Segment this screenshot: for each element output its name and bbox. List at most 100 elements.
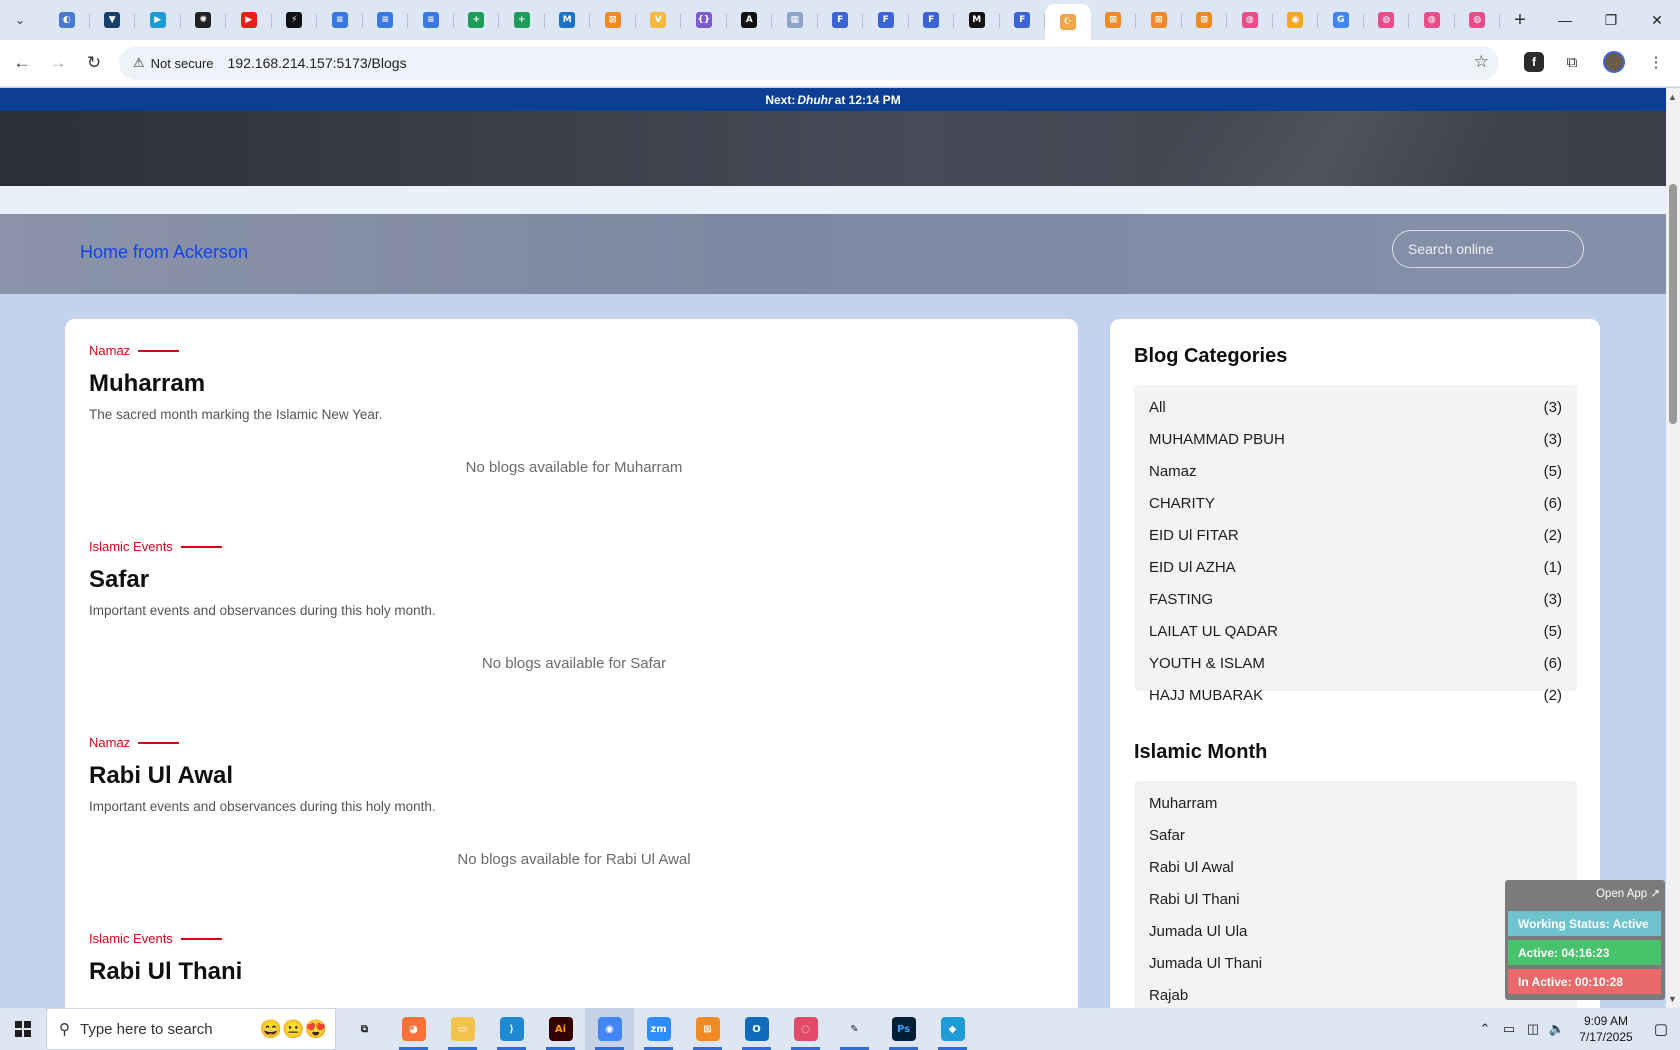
bookmark-star-icon[interactable]: ☆ [1474, 52, 1489, 72]
browser-tab[interactable]: M [954, 3, 1000, 37]
scroll-thumb[interactable] [1669, 184, 1677, 424]
warning-icon: ⚠ [133, 55, 145, 70]
address-bar[interactable]: ⚠ Not secure 192.168.214.157:5173/Blogs … [119, 46, 1499, 80]
month-item[interactable]: Muharram [1134, 787, 1577, 819]
browser-tab[interactable]: ⊠ [1091, 3, 1137, 37]
taskbar-app[interactable]: ◌ [781, 1008, 830, 1050]
browser-tab[interactable]: ◉ [1273, 3, 1319, 37]
more-menu-icon[interactable]: ⋮ [1642, 48, 1670, 76]
security-chip[interactable]: ⚠ Not secure [123, 50, 224, 76]
taskbar-app[interactable]: ◉ [585, 1008, 634, 1050]
browser-tab[interactable]: F [909, 3, 955, 37]
browser-tab[interactable]: ▦ [772, 3, 818, 37]
category-item[interactable]: HAJJ MUBARAK (2) [1134, 679, 1577, 711]
page-scrollbar[interactable]: ▲ ▼ [1666, 88, 1680, 1008]
category-item[interactable]: All (3) [1134, 391, 1577, 423]
category-tag[interactable]: Islamic Events [89, 539, 1059, 554]
browser-tab[interactable]: ◍ [1364, 3, 1410, 37]
browser-tab[interactable]: ◐ [44, 3, 90, 37]
browser-tab[interactable]: F [863, 3, 909, 37]
month-title[interactable]: Rabi Ul Awal [89, 762, 1059, 790]
restore-icon[interactable]: ❐ [1588, 0, 1634, 40]
category-item[interactable]: CHARITY (6) [1134, 487, 1577, 519]
browser-tab[interactable]: + [454, 3, 500, 37]
xampp-tab-icon: ⊠ [604, 12, 621, 28]
month-title[interactable]: Safar [89, 566, 1059, 594]
browser-tab[interactable]: ☪ [1045, 4, 1091, 40]
browser-tab[interactable]: ⚡ [272, 3, 318, 37]
extensions-puzzle-icon[interactable]: ⧉ [1558, 48, 1586, 76]
browser-tab[interactable]: ⊠ [590, 3, 636, 37]
month-title[interactable]: Muharram [89, 370, 1059, 398]
category-item[interactable]: MUHAMMAD PBUH (3) [1134, 423, 1577, 455]
browser-tab[interactable]: F [1000, 3, 1046, 37]
taskbar-app[interactable]: ◆ [928, 1008, 977, 1050]
category-item[interactable]: YOUTH & ISLAM (6) [1134, 647, 1577, 679]
browser-tab[interactable]: ◍ [1227, 3, 1273, 37]
taskbar-app[interactable]: ▭ [438, 1008, 487, 1050]
category-item[interactable]: FASTING (3) [1134, 583, 1577, 615]
category-item[interactable]: LAILAT UL QADAR (5) [1134, 615, 1577, 647]
browser-tab[interactable]: ⊠ [1182, 3, 1228, 37]
taskbar-search[interactable]: ⚲ Type here to search 😄😐😍 [46, 1008, 336, 1050]
browser-tab[interactable]: ◍ [1409, 3, 1455, 37]
profile-avatar[interactable] [1600, 48, 1628, 76]
browser-tab[interactable]: ≡ [317, 3, 363, 37]
reload-icon[interactable]: ↻ [76, 45, 112, 81]
browser-tab[interactable]: ◍ [1455, 3, 1501, 37]
browser-tab[interactable]: G [1318, 3, 1364, 37]
network-icon[interactable]: ▭ [1498, 1021, 1520, 1037]
minimize-icon[interactable]: — [1542, 0, 1588, 40]
volume-icon[interactable]: 🔈 [1546, 1021, 1568, 1037]
browser-tab[interactable]: + [499, 3, 545, 37]
month-item[interactable]: Safar [1134, 819, 1577, 851]
browser-tab[interactable]: ▶ [226, 3, 272, 37]
forward-icon[interactable]: → [40, 45, 76, 81]
wifi-icon[interactable]: ◫ [1522, 1021, 1544, 1037]
taskbar-app[interactable]: ⧉ [340, 1008, 389, 1050]
new-tab-button[interactable]: + [1506, 6, 1534, 34]
start-button[interactable] [0, 1008, 46, 1050]
browser-tab[interactable]: A [727, 3, 773, 37]
home-link[interactable]: Home from Ackerson [80, 242, 248, 263]
back-icon[interactable]: ← [4, 45, 40, 81]
open-app-link[interactable]: Open App ↗ [1596, 886, 1660, 900]
browser-tab[interactable]: V [636, 3, 682, 37]
browser-tab[interactable]: ⊠ [1136, 3, 1182, 37]
browser-tab[interactable]: ▶ [135, 3, 181, 37]
month-section: Namaz Rabi Ul Awal Important events and ob… [89, 735, 1059, 868]
category-item[interactable]: EID Ul FITAR (2) [1134, 519, 1577, 551]
category-tag[interactable]: Namaz [89, 343, 1059, 358]
taskbar-app[interactable]: Ps [879, 1008, 928, 1050]
notification-icon[interactable]: ▢ [1642, 1008, 1680, 1050]
category-name: EID Ul AZHA [1149, 558, 1236, 576]
function-extension-icon[interactable]: f [1524, 52, 1544, 72]
close-icon[interactable]: ✕ [1634, 0, 1680, 40]
browser-tab[interactable]: ▼ [90, 3, 136, 37]
category-item[interactable]: EID Ul AZHA (1) [1134, 551, 1577, 583]
taskbar-app[interactable]: Ai [536, 1008, 585, 1050]
month-title[interactable]: Rabi Ul Thani [89, 958, 1059, 986]
scroll-down-icon[interactable]: ▼ [1668, 994, 1677, 1004]
category-tag[interactable]: Namaz [89, 735, 1059, 750]
browser-tab[interactable]: ≡ [363, 3, 409, 37]
tab-search-icon[interactable]: ⌄ [8, 8, 32, 32]
taskbar-app[interactable]: zm [634, 1008, 683, 1050]
search-input[interactable] [1392, 230, 1584, 268]
scroll-up-icon[interactable]: ▲ [1668, 92, 1677, 102]
taskbar-app[interactable]: ✎ [830, 1008, 879, 1050]
category-tag[interactable]: Islamic Events [89, 931, 1059, 946]
browser-tab[interactable]: ✺ [181, 3, 227, 37]
browser-tab[interactable]: ≡ [408, 3, 454, 37]
category-item[interactable]: Namaz (5) [1134, 455, 1577, 487]
browser-tab[interactable]: {} [681, 3, 727, 37]
chevron-up-icon[interactable]: ⌃ [1474, 1021, 1496, 1037]
browser-tab[interactable]: F [818, 3, 864, 37]
taskbar-app[interactable]: ◕ [389, 1008, 438, 1050]
clock[interactable]: 9:09 AM 7/17/2025 [1570, 1013, 1642, 1045]
taskbar-app[interactable]: O [732, 1008, 781, 1050]
taskbar-app[interactable]: ⟩ [487, 1008, 536, 1050]
month-item[interactable]: Rabi Ul Awal [1134, 851, 1577, 883]
browser-tab[interactable]: M [545, 3, 591, 37]
taskbar-app[interactable]: ⊠ [683, 1008, 732, 1050]
